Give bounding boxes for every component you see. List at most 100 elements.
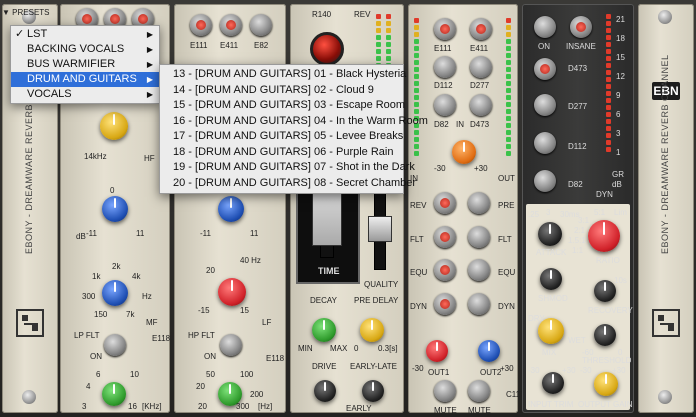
e411-button[interactable]	[220, 14, 242, 36]
router-d112-button[interactable]	[434, 56, 456, 78]
route-equ-label: EQU	[410, 268, 428, 277]
mute1-button[interactable]	[434, 380, 456, 402]
input-trim-knob[interactable]	[542, 372, 564, 394]
router-d277-label: D277	[470, 81, 490, 90]
hp-20-label: 20	[198, 402, 207, 411]
router-d473-button[interactable]	[470, 94, 492, 116]
pre-delay-knob[interactable]	[360, 318, 384, 342]
attack-label: ATTACK	[536, 248, 567, 257]
menu-item-backing-vocals[interactable]: BACKING VOCALS ▶	[11, 42, 159, 57]
early-late-knob[interactable]	[362, 380, 384, 402]
hf-gain-knob[interactable]	[100, 112, 128, 140]
preset-item[interactable]: 14 - [DRUM AND GUITARS] 02 - Cloud 9	[160, 83, 403, 99]
decay-knob[interactable]	[312, 318, 336, 342]
ratio-11-label: 1:1	[572, 246, 584, 255]
lp-freq-knob[interactable]	[102, 382, 126, 406]
route-equ-out-label: EQU	[498, 268, 516, 277]
e82-button[interactable]	[250, 14, 272, 36]
router-e111-button[interactable]	[434, 18, 456, 40]
gr-tick: 18	[616, 34, 625, 43]
right-side-panel: EBN EBONY - DREAMWARE REVERB CHANNEL	[638, 4, 694, 413]
submenu-arrow-icon: ▶	[146, 90, 153, 99]
input-meter	[414, 18, 419, 158]
shmod-label: SHMOD	[538, 294, 568, 303]
routing-logo-icon	[652, 309, 680, 337]
input-gain-knob[interactable]	[452, 140, 476, 164]
gain-m30-label: -30	[580, 366, 592, 375]
gr-scale: 21 18 15 12 9 6 3 1	[616, 14, 630, 166]
out2-knob[interactable]	[478, 340, 500, 362]
route-flt-out-button[interactable]	[468, 226, 490, 248]
submenu-arrow-icon: ▶	[146, 30, 153, 39]
output-gain-label: OUTPUT GAIN	[578, 400, 633, 409]
route-dyn-button[interactable]	[434, 293, 456, 315]
output-gain-knob[interactable]	[594, 372, 618, 396]
preset-item[interactable]: 16 - [DRUM AND GUITARS] 04 - In the Warm…	[160, 114, 428, 130]
menu-item-label: DRUM AND GUITARS	[27, 73, 137, 85]
lf-freq-knob[interactable]	[218, 278, 246, 306]
shmod-knob[interactable]	[540, 268, 562, 290]
route-dyn-label: DYN	[410, 302, 427, 311]
route-equ-button[interactable]	[434, 259, 456, 281]
quality-fader-handle[interactable]	[368, 216, 392, 242]
recovery-knob[interactable]	[594, 280, 616, 302]
dyn-on-button[interactable]	[534, 16, 556, 38]
early-label: EARLY	[346, 404, 372, 413]
route-dyn-out-button[interactable]	[468, 293, 490, 315]
hp-flt-toggle[interactable]	[220, 334, 242, 356]
eq-scale-zero: 0	[110, 186, 115, 195]
menu-item-vocals[interactable]: VOCALS ▶	[11, 87, 159, 102]
ratio-knob[interactable]	[588, 220, 620, 252]
router-d277-button[interactable]	[470, 56, 492, 78]
menu-item-drum-and-guitars[interactable]: DRUM AND GUITARS ▶	[11, 72, 159, 87]
decay-max-label: MAX	[330, 344, 348, 353]
menu-item-lst[interactable]: ✓ LST ▶	[11, 27, 159, 42]
dyn-d277-button[interactable]	[534, 94, 556, 116]
presets-dropdown[interactable]: ▼ PRESETS	[2, 8, 58, 22]
route-rev-button[interactable]	[434, 192, 456, 214]
dyn-d82-label: D82	[568, 180, 583, 189]
insane-label: INSANE	[566, 42, 596, 51]
preset-item[interactable]: 13 - [DRUM AND GUITARS] 01 - Black Hyste…	[160, 67, 406, 83]
attack-knob[interactable]	[538, 222, 562, 246]
hp-30-label: 20	[196, 382, 205, 391]
threshold-knob[interactable]	[594, 324, 616, 346]
lp-flt-toggle[interactable]	[104, 334, 126, 356]
insane-button[interactable]	[570, 16, 592, 38]
lf-gain-knob[interactable]	[218, 196, 244, 222]
gr-tick: 12	[616, 72, 625, 81]
dyn-lower-panel: .25 3 30ms 5:1 Lim 3:1 2:1 1.5:1 1:1 ATT…	[526, 204, 633, 410]
ratio-21-label: 2:1	[574, 226, 586, 235]
db-label: dB	[76, 232, 86, 241]
out1-knob[interactable]	[426, 340, 448, 362]
dyn-d112-button[interactable]	[534, 132, 556, 154]
menu-item-bus-warmifier[interactable]: BUS WARMIFIER ▶	[11, 57, 159, 72]
route-equ-out-button[interactable]	[468, 259, 490, 281]
dyn-d277-label: D277	[568, 102, 588, 111]
output-meter	[506, 18, 511, 158]
router-e411-button[interactable]	[470, 18, 492, 40]
gr-tick: 15	[616, 53, 625, 62]
dyn-d82-button[interactable]	[534, 170, 556, 192]
route-pre-button[interactable]	[468, 192, 490, 214]
submenu-arrow-icon: ▶	[146, 60, 153, 69]
route-flt-button[interactable]	[434, 226, 456, 248]
ratio-31-label: 3:1	[578, 216, 590, 225]
preset-item[interactable]: 19 - [DRUM AND GUITARS] 07 - Shot in the…	[160, 160, 415, 176]
dyn-d473-button[interactable]	[534, 58, 556, 80]
input-p30-label: +30	[474, 164, 488, 173]
preset-item[interactable]: 15 - [DRUM AND GUITARS] 03 - Escape Room	[160, 98, 405, 114]
menu-item-label: BUS WARMIFIER	[27, 58, 116, 70]
mf-gain-knob[interactable]	[102, 196, 128, 222]
hp-50-label: 50	[206, 370, 215, 379]
mute2-button[interactable]	[468, 380, 490, 402]
preset-item[interactable]: 20 - [DRUM AND GUITARS] 08 - Secret Cham…	[160, 176, 416, 192]
preset-item[interactable]: 18 - [DRUM AND GUITARS] 06 - Purple Rain	[160, 145, 403, 161]
mf-freq-knob[interactable]	[102, 280, 128, 306]
e111-button[interactable]	[190, 14, 212, 36]
recovery-label: RECOVERY	[588, 306, 633, 315]
router-d82-button[interactable]	[434, 94, 456, 116]
screw-icon	[22, 390, 36, 404]
drive-knob[interactable]	[314, 380, 336, 402]
preset-item[interactable]: 17 - [DRUM AND GUITARS] 05 - Levee Break…	[160, 129, 403, 145]
